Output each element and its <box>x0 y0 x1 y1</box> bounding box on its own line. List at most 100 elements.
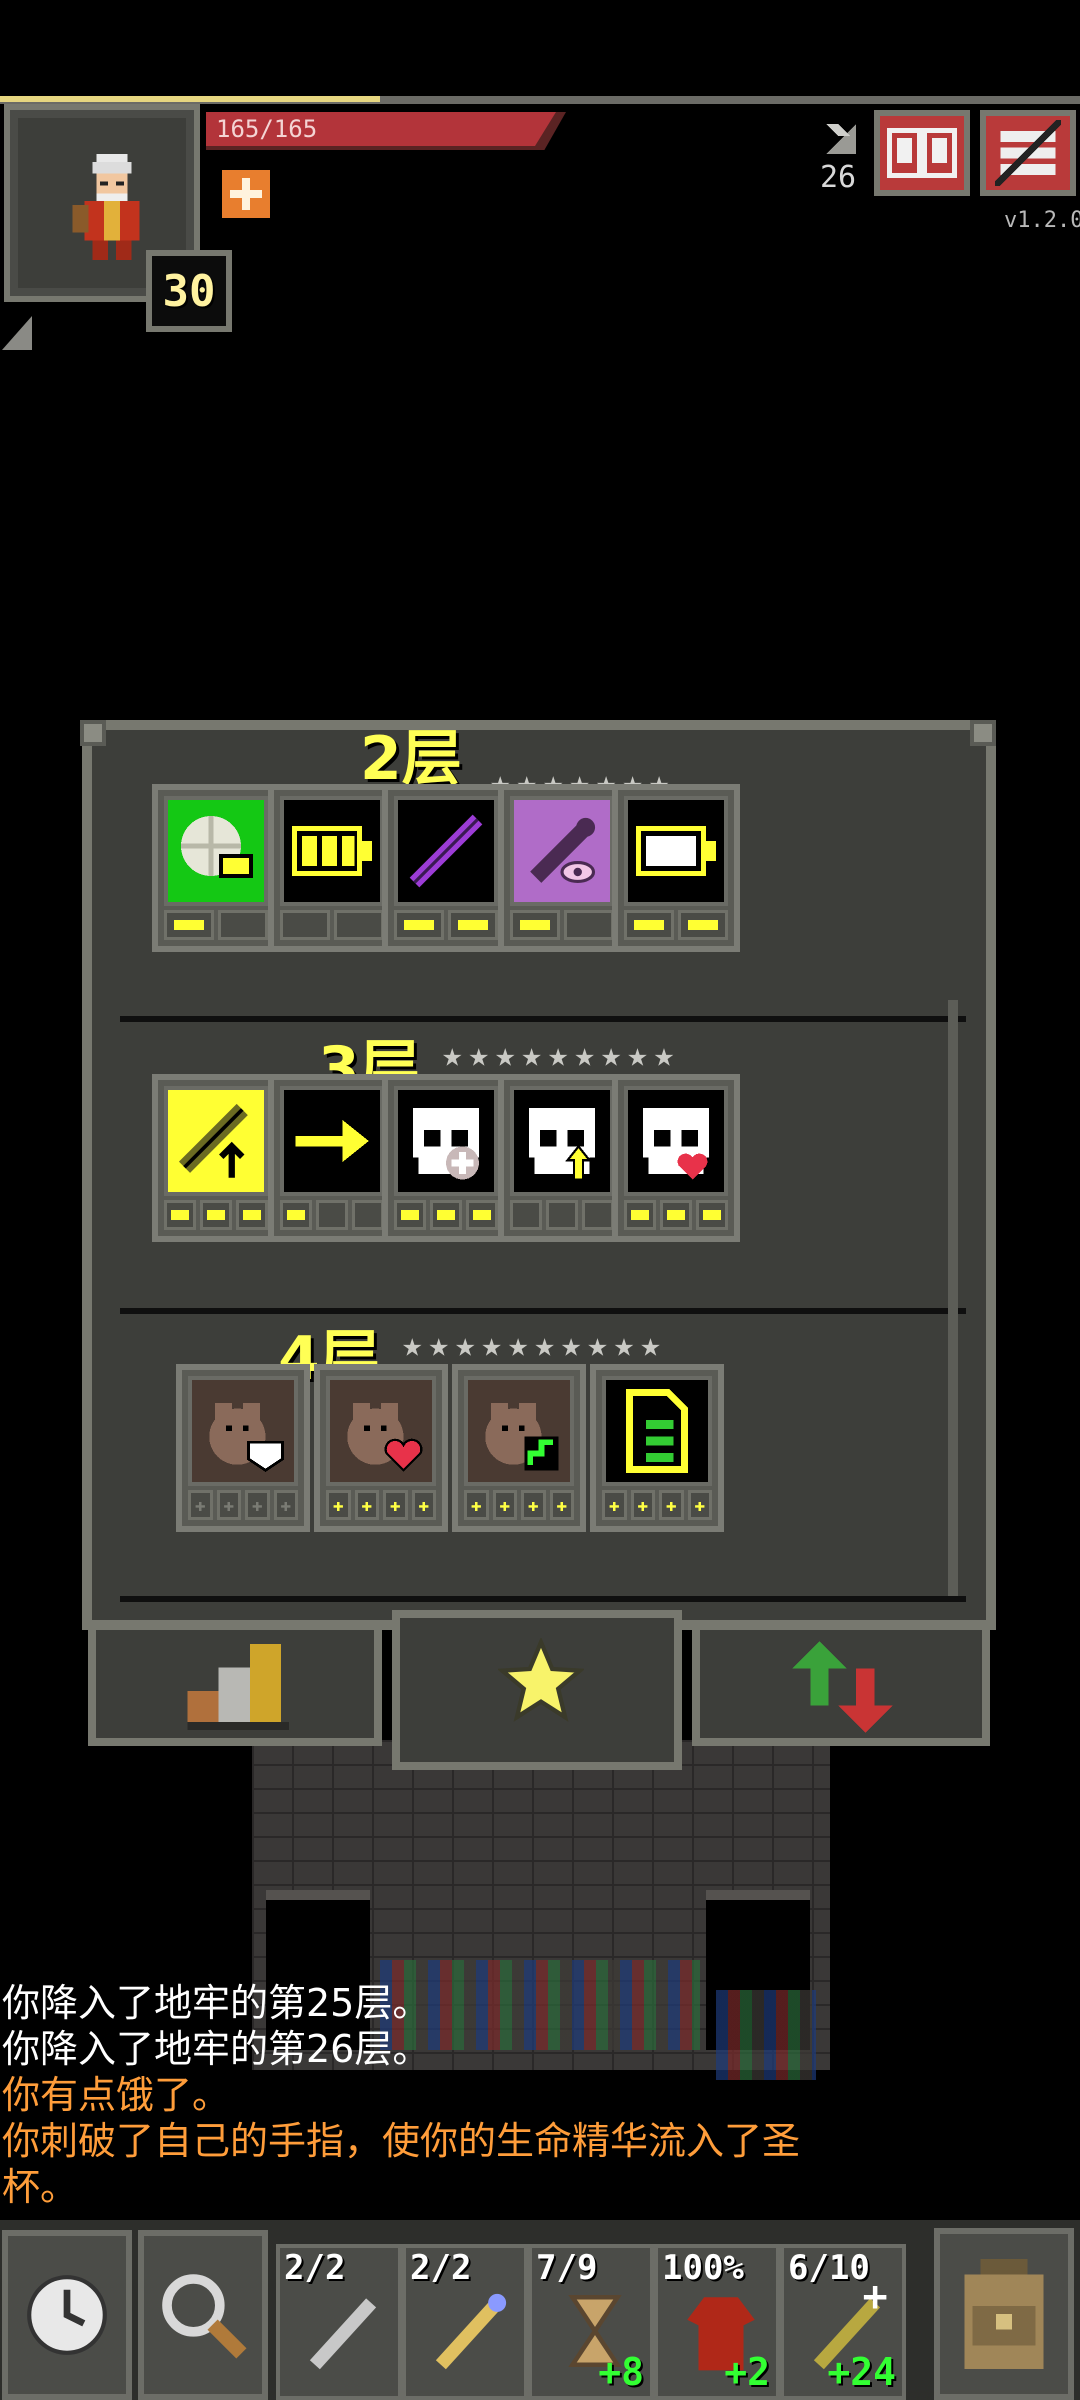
talent-point-filled <box>394 910 444 940</box>
wand-gray-icon <box>298 2286 388 2376</box>
skull-plus-icon <box>394 1086 498 1196</box>
talent-button[interactable] <box>382 784 510 952</box>
talent-button[interactable] <box>152 784 280 952</box>
quickslot-charges: 100% <box>662 2248 744 2288</box>
talent-button[interactable]: ✚ ✚ ✚ ✚ <box>590 1364 724 1532</box>
rat-shield-icon <box>188 1376 298 1486</box>
talent-point-empty <box>582 1200 614 1230</box>
game-log: 你降入了地牢的第25层。 你降入了地牢的第26层。 你有点饿了。 你刺破了自己的手指，… <box>2 1980 962 2210</box>
star-icon <box>498 1638 584 1722</box>
talents-window: 2层 ★★★★★★★ 3层 ★★★★★★★★★ ★★ 4层 ★★★★★★★★★★… <box>82 720 996 1630</box>
talent-point-filled <box>466 1200 498 1230</box>
tab-stats[interactable] <box>88 1622 382 1746</box>
hero-sprite-icon <box>72 154 140 261</box>
wait-button[interactable] <box>2 2230 132 2400</box>
talent-point-empty <box>218 910 268 940</box>
version-label: v1.2.0 <box>1004 208 1080 233</box>
search-button[interactable] <box>138 2230 268 2400</box>
talent-point-filled <box>164 1200 196 1230</box>
talent-point-filled <box>430 1200 462 1230</box>
quickslot[interactable]: 7/9 +8 <box>528 2244 654 2400</box>
clock-icon <box>27 2275 107 2355</box>
ratmogrify-icon <box>602 1376 712 1486</box>
talent-point-filled <box>696 1200 728 1230</box>
talent-button[interactable] <box>498 1074 626 1242</box>
up-down-arrows-icon <box>792 1641 893 1733</box>
talent-point-filled <box>200 1200 232 1230</box>
talent-points: ✚ ✚ ✚ ✚ <box>326 1490 436 1520</box>
talent-points <box>624 1200 728 1230</box>
talent-points <box>280 1200 384 1230</box>
hp-text: 165/165 <box>216 115 318 143</box>
talent-point-empty: ✚ <box>273 1490 298 1520</box>
talent-point-empty <box>546 1200 578 1230</box>
skull-heart-icon <box>624 1086 728 1196</box>
wand-gold-icon <box>424 2286 514 2376</box>
talent-points <box>510 1200 614 1230</box>
hero-level: 30 <box>146 250 232 332</box>
talent-button[interactable]: ✚ ✚ ✚ ✚ <box>452 1364 586 1532</box>
talent-point-empty <box>564 910 614 940</box>
quickslot[interactable]: 6/10 +24 <box>780 2244 906 2400</box>
quickslot[interactable]: 100% +2 <box>654 2244 780 2400</box>
talent-point-empty <box>352 1200 384 1230</box>
talents-scroll-area[interactable]: 2层 ★★★★★★★ 3层 ★★★★★★★★★ ★★ 4层 ★★★★★★★★★★… <box>92 730 986 1620</box>
talent-button[interactable] <box>152 1074 280 1242</box>
talent-point-filled: ✚ <box>602 1490 627 1520</box>
talent-point-empty <box>334 910 384 940</box>
talent-points <box>394 1200 498 1230</box>
window-corner <box>970 720 996 746</box>
journal-button[interactable] <box>874 110 970 196</box>
danger-indicator[interactable] <box>2 316 32 350</box>
tab-upgrades[interactable] <box>692 1622 990 1746</box>
talent-button[interactable]: ✚ ✚ ✚ ✚ <box>314 1364 448 1532</box>
talent-point-filled: ✚ <box>630 1490 655 1520</box>
experience-bar <box>0 96 380 102</box>
talent-point-filled <box>236 1200 268 1230</box>
talent-point-filled <box>678 910 728 940</box>
rat-speed-icon <box>464 1376 574 1486</box>
talent-point-filled: ✚ <box>687 1490 712 1520</box>
quickslot[interactable]: 2/2 <box>276 2244 402 2400</box>
talents-scrollbar[interactable] <box>948 1000 958 1596</box>
talent-button[interactable] <box>498 784 626 952</box>
talent-button[interactable] <box>382 1074 510 1242</box>
talent-point-empty: ✚ <box>216 1490 241 1520</box>
talent-points: ✚ ✚ ✚ ✚ <box>464 1490 574 1520</box>
menu-icon <box>995 120 1061 186</box>
tier-3-stars: ★★★★★★★★★ <box>442 1035 681 1075</box>
talent-button[interactable] <box>612 1074 740 1242</box>
arrow-right-icon <box>280 1086 384 1196</box>
talent-point-filled <box>624 910 674 940</box>
menu-button[interactable] <box>980 110 1076 196</box>
log-line: 你降入了地牢的第25层。 <box>2 1981 431 2025</box>
quickslot-upgrade-level: +24 <box>827 2350 896 2394</box>
rat-heart-icon <box>326 1376 436 1486</box>
talent-point-filled <box>510 910 560 940</box>
purple-wand-icon <box>394 796 498 906</box>
talent-point-empty <box>280 910 330 940</box>
talent-point-filled: ✚ <box>492 1490 517 1520</box>
talent-button[interactable] <box>268 1074 396 1242</box>
talent-button[interactable] <box>268 784 396 952</box>
journal-icon <box>887 128 957 178</box>
talent-point-filled: ✚ <box>383 1490 408 1520</box>
quickslot-charges: 2/2 <box>284 2248 346 2288</box>
backpack-button[interactable] <box>934 2228 1074 2400</box>
talent-button[interactable]: ✚ ✚ ✚ ✚ <box>176 1364 310 1532</box>
talent-button[interactable] <box>612 784 740 952</box>
buff-icon[interactable] <box>222 170 270 218</box>
talent-points <box>164 1200 268 1230</box>
tier-divider <box>120 1016 966 1022</box>
backpack-icon <box>964 2259 1044 2369</box>
tab-talents[interactable] <box>392 1610 682 1770</box>
log-line: 你降入了地牢的第26层。 <box>2 2027 431 2071</box>
ward-icon <box>164 796 268 906</box>
talent-points <box>164 910 268 940</box>
talent-point-filled: ✚ <box>659 1490 684 1520</box>
quickslot-upgrade-level: +2 <box>724 2350 770 2394</box>
log-line: 你有点饿了。 <box>2 2073 231 2117</box>
quickslot[interactable]: 2/2 <box>402 2244 528 2400</box>
talent-points <box>510 910 614 940</box>
talent-points: ✚ ✚ ✚ ✚ <box>188 1490 298 1520</box>
